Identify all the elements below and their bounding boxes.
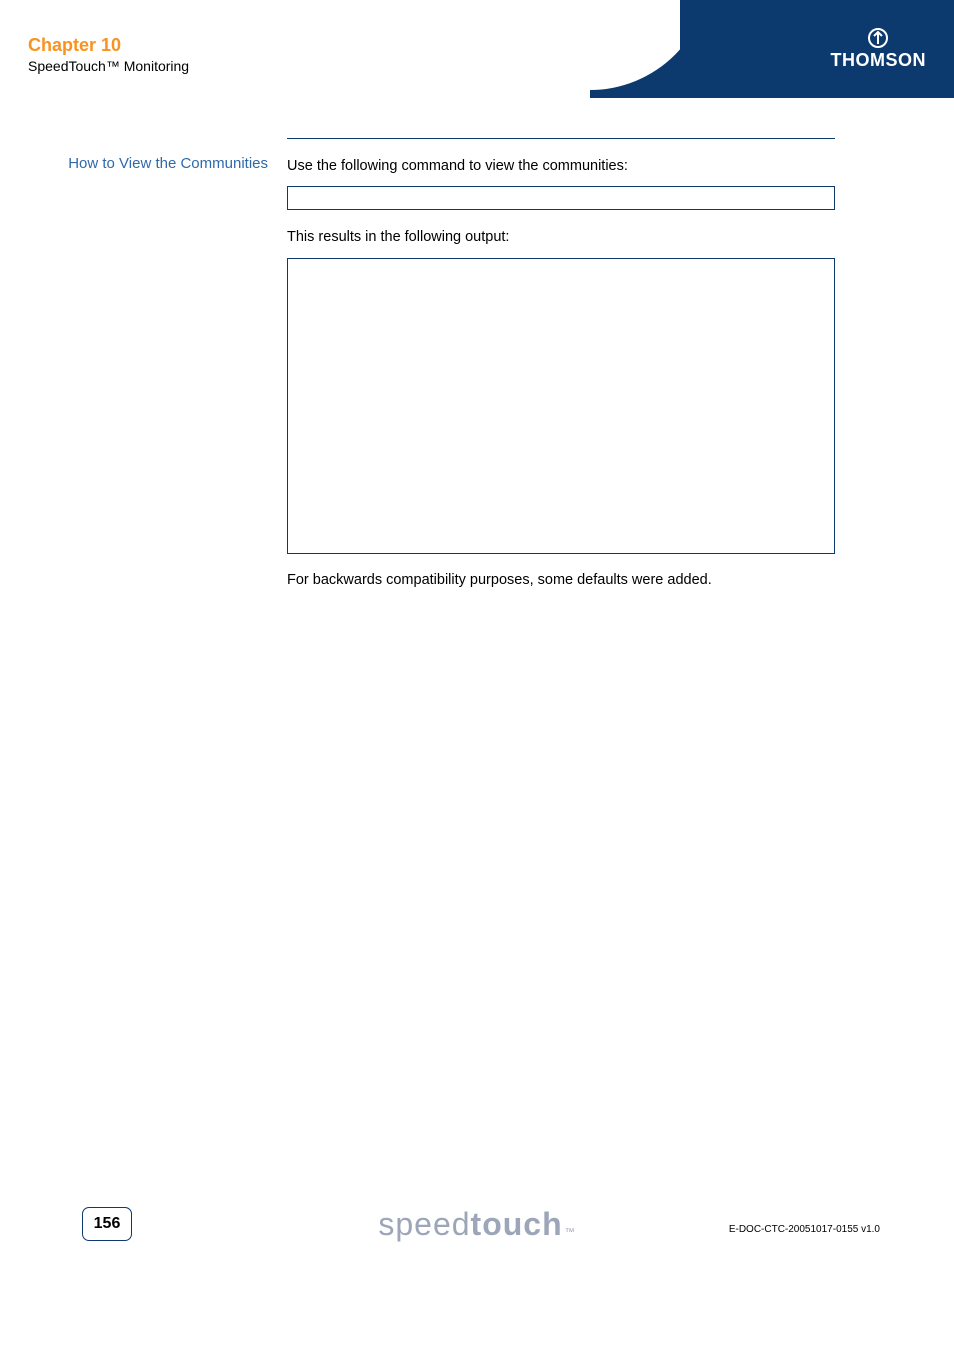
logo-bold-part: touch [471,1206,563,1243]
chapter-subtitle: SpeedTouch™ Monitoring [28,58,189,74]
section-heading: How to View the Communities [28,154,268,174]
logo-light-part: speed [378,1206,470,1243]
content-divider [287,138,835,139]
chapter-title: Chapter 10 [28,35,121,56]
body-text-result: This results in the following output: [287,229,509,245]
body-text-intro: Use the following command to view the co… [287,158,628,174]
doc-id: E-DOC-CTC-20051017-0155 v1.0 [729,1224,880,1235]
body-text-note: For backwards compatibility purposes, so… [287,572,712,588]
page-number: 156 [82,1207,132,1241]
output-box [287,258,835,554]
thomson-brand-text: THOMSON [831,50,927,71]
thomson-logo: THOMSON [831,28,927,71]
command-box [287,186,835,210]
logo-tm: ™ [565,1227,576,1238]
speedtouch-logo: speedtouch™ [378,1206,575,1243]
thomson-marker-icon [831,28,927,48]
header-curve [560,0,680,98]
